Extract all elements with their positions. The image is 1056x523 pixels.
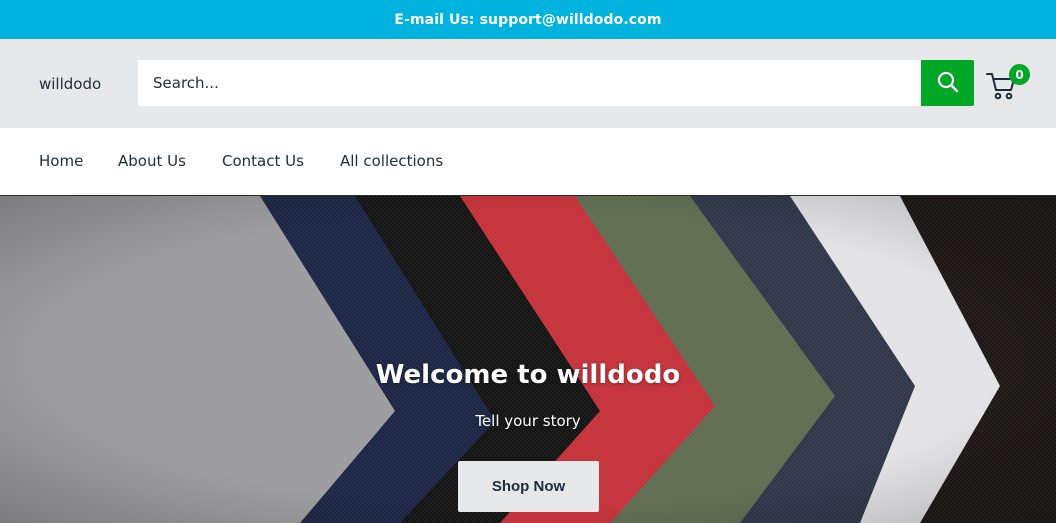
hero-title: Welcome to willdodo	[375, 360, 681, 390]
nav-item-home[interactable]: Home	[39, 152, 83, 170]
announcement-bar: E-mail Us: support@willdodo.com	[0, 0, 1056, 39]
announcement-text[interactable]: E-mail Us: support@willdodo.com	[394, 12, 661, 28]
shop-now-button[interactable]: Shop Now	[458, 461, 599, 512]
nav-item-about-us[interactable]: About Us	[118, 152, 186, 170]
search-input[interactable]	[138, 60, 921, 106]
cart-count-badge: 0	[1009, 64, 1030, 85]
search-form	[138, 60, 974, 106]
hero-banner: Welcome to willdodo Tell your story Shop…	[0, 196, 1056, 523]
hero-subtitle: Tell your story	[475, 412, 581, 430]
store-logo[interactable]: willdodo	[39, 75, 101, 93]
site-header: willdodo 0	[0, 39, 1056, 128]
nav-item-all-collections[interactable]: All collections	[340, 152, 443, 170]
main-navigation: Home About Us Contact Us All collections	[0, 128, 1056, 196]
search-button[interactable]	[921, 60, 974, 106]
cart-button[interactable]: 0	[985, 63, 1033, 103]
search-icon	[937, 71, 959, 96]
nav-item-contact-us[interactable]: Contact Us	[222, 152, 304, 170]
